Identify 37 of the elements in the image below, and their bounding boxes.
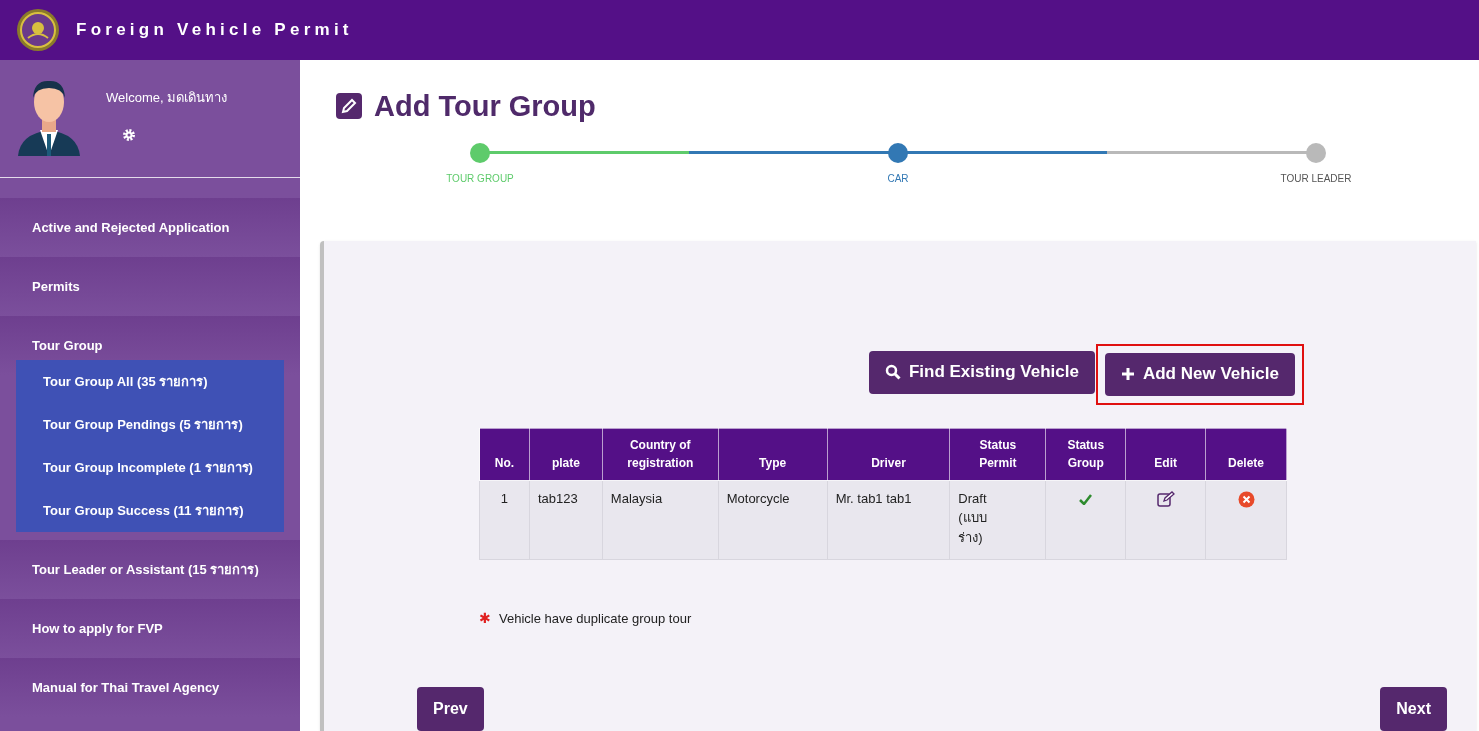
edit-icon — [336, 93, 362, 120]
step-label: TOUR LEADER — [1280, 171, 1352, 186]
app-title: Foreign Vehicle Permit — [76, 19, 353, 42]
required-mark: ✱ — [479, 609, 491, 628]
delete-icon[interactable] — [1237, 490, 1255, 508]
prev-button[interactable]: Prev — [417, 687, 484, 731]
table-cell: Motorcycle — [718, 480, 828, 560]
step-label: CAR — [887, 171, 909, 186]
table-cell: tab123 — [529, 480, 603, 560]
submenu-item[interactable]: Tour Group Success (11 รายการ) — [16, 489, 284, 532]
find-vehicle-button[interactable]: Find Existing Vehicle — [868, 350, 1095, 394]
add-vehicle-button[interactable]: Add New Vehicle — [1104, 352, 1295, 396]
settings-icon[interactable] — [122, 127, 136, 142]
column-header: Country of registration — [602, 428, 719, 480]
table-cell: 1 — [479, 480, 530, 560]
column-header: Driver — [827, 428, 950, 480]
note-text: Vehicle have duplicate group tour — [499, 609, 692, 628]
column-header: Status Permit — [949, 428, 1046, 480]
column-header: Edit — [1125, 428, 1206, 480]
welcome-text: Welcome, มดเดินทาง — [106, 89, 228, 107]
table-cell: Draft (แบบร่าง) — [949, 480, 1046, 560]
next-button[interactable]: Next — [1380, 687, 1447, 731]
column-header: Type — [718, 428, 828, 480]
step-label: TOUR GROUP — [446, 171, 514, 186]
submenu-item[interactable]: Tour Group Incomplete (1 รายการ) — [16, 446, 284, 489]
table-cell: Malaysia — [602, 480, 719, 560]
edit-icon[interactable] — [1156, 491, 1175, 508]
column-header: Status Group — [1045, 428, 1126, 480]
column-header: No. — [479, 428, 530, 480]
plus-icon — [1120, 367, 1135, 381]
table-cell: Mr. tab1 tab1 — [827, 480, 950, 560]
page-title: Add Tour Group — [374, 88, 596, 124]
column-header: plate — [529, 428, 603, 480]
emblem-logo — [16, 8, 60, 52]
submenu-item[interactable]: Tour Group Pendings (5 รายการ) — [16, 403, 284, 446]
column-header: Delete — [1205, 428, 1287, 480]
search-icon — [884, 364, 901, 380]
